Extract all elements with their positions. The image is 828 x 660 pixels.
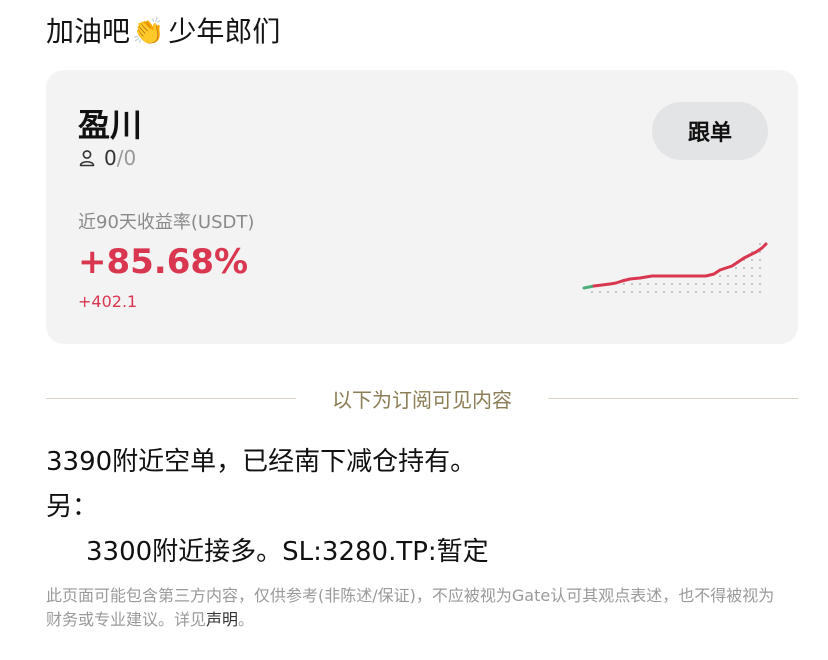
title-suffix: 少年郎们 bbox=[168, 15, 281, 48]
post-line: 另： bbox=[46, 492, 99, 522]
pnl-value: +402.1 bbox=[78, 292, 138, 311]
subscriber-divider: 以下为订阅可见内容 bbox=[46, 380, 798, 416]
divider-line-left bbox=[46, 398, 296, 399]
follower-count: 0/0 bbox=[78, 146, 136, 170]
post-content: 3390附近空单，已经南下减仓持有。 另： 3300附近接多。SL:3280.T… bbox=[46, 440, 489, 575]
sparkline-start-segment bbox=[582, 284, 596, 290]
trader-card[interactable]: 盈川 0/0 跟单 近90天收益率(USDT) +85.68% +402.1 bbox=[46, 70, 798, 344]
post-line: 3390附近空单，已经南下减仓持有。 bbox=[46, 447, 477, 477]
followers-max: 0 bbox=[123, 146, 137, 170]
page-title: 加油吧 👏 少年郎们 bbox=[46, 12, 280, 52]
roi-label: 近90天收益率(USDT) bbox=[78, 212, 255, 233]
followers-separator: / bbox=[116, 146, 124, 170]
clapping-hands-icon: 👏 bbox=[132, 17, 165, 47]
disclaimer-text: 此页面可能包含第三方内容，仅供参考(非陈述/保证)，不应被视为Gate认可其观点… bbox=[46, 586, 775, 629]
sparkline-fill-dots bbox=[591, 243, 761, 293]
disclaimer-end: 。 bbox=[238, 610, 255, 629]
roi-value: +85.68% bbox=[78, 242, 249, 282]
post-line: 3300附近接多。SL:3280.TP:暂定 bbox=[86, 537, 489, 567]
disclaimer: 此页面可能包含第三方内容，仅供参考(非陈述/保证)，不应被视为Gate认可其观点… bbox=[46, 584, 786, 632]
user-icon bbox=[79, 150, 95, 167]
subscriber-divider-label: 以下为订阅可见内容 bbox=[332, 388, 512, 412]
title-prefix: 加油吧 bbox=[46, 15, 131, 48]
trader-name[interactable]: 盈川 bbox=[78, 100, 142, 146]
followers-current: 0 bbox=[104, 146, 117, 170]
divider-line-right bbox=[548, 398, 798, 399]
sparkline-line bbox=[592, 242, 768, 288]
copy-trade-button[interactable]: 跟单 bbox=[652, 102, 768, 160]
roi-sparkline bbox=[582, 242, 768, 293]
disclaimer-link[interactable]: 声明 bbox=[206, 610, 238, 629]
